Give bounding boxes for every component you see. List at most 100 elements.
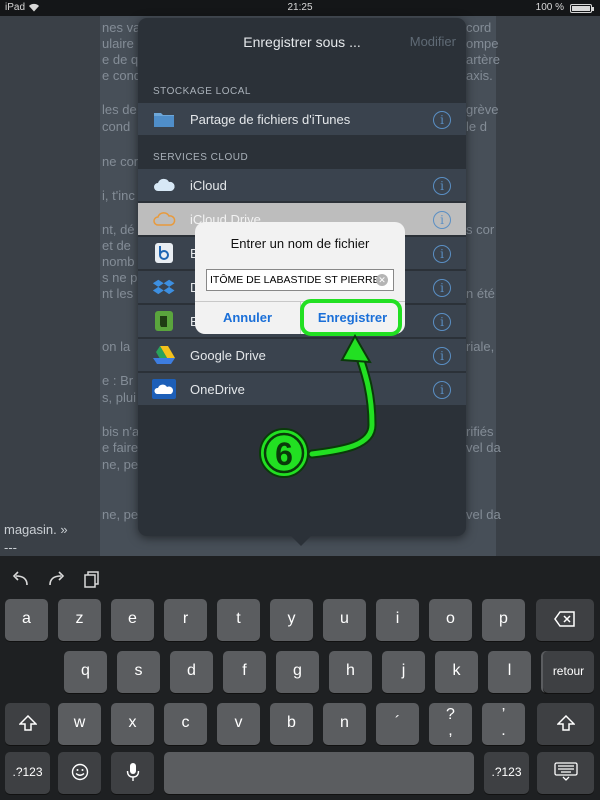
info-icon[interactable]: i <box>433 245 451 263</box>
document-line: cond <box>102 119 131 134</box>
key-w[interactable]: w <box>58 703 101 745</box>
keyboard-toolbar <box>0 556 600 596</box>
backspace-key[interactable] <box>536 599 594 641</box>
document-line-fragment: s cor <box>466 222 495 237</box>
emoji-key[interactable] <box>58 752 101 794</box>
key-b[interactable]: b <box>270 703 313 745</box>
document-line: ne, pe <box>102 507 139 522</box>
key-v[interactable]: v <box>217 703 260 745</box>
hide-keyboard-key[interactable] <box>537 752 594 794</box>
info-icon[interactable]: i <box>433 279 451 297</box>
paste-icon[interactable] <box>83 570 101 588</box>
key-u[interactable]: u <box>323 599 366 641</box>
numbers-key-left[interactable]: .?123 <box>5 752 50 794</box>
document-line-fragment: grève <box>466 102 499 117</box>
cancel-button[interactable]: Annuler <box>195 302 300 334</box>
document-line: et de <box>102 238 131 253</box>
redo-icon[interactable] <box>46 571 66 587</box>
info-icon[interactable]: i <box>433 211 451 229</box>
box-icon <box>155 243 173 263</box>
list-item-google-drive[interactable]: Google Drive i <box>138 339 466 372</box>
icloud-icon <box>154 178 175 191</box>
list-item-label: OneDrive <box>190 382 245 397</box>
info-icon[interactable]: i <box>433 177 451 195</box>
document-line: nt les <box>102 286 134 301</box>
dictation-key[interactable] <box>111 752 154 794</box>
key-t[interactable]: t <box>217 599 260 641</box>
key-o[interactable]: o <box>429 599 472 641</box>
key-q[interactable]: q <box>64 651 107 693</box>
key-secondary-char: , <box>448 722 453 739</box>
key-a[interactable]: a <box>5 599 48 641</box>
alert-title: Entrer un nom de fichier <box>230 236 370 251</box>
key-e[interactable]: e <box>111 599 154 641</box>
filename-input[interactable]: ITÔME DE LABASTIDE ST PIERRE ✕ <box>206 269 394 291</box>
section-label-cloud-services: SERVICES CLOUD <box>153 152 249 163</box>
list-item-icloud[interactable]: iCloud i <box>138 169 466 202</box>
document-line-fragment: le d <box>466 119 487 134</box>
save-button[interactable]: Enregistrer <box>300 302 405 334</box>
key-z[interactable]: z <box>58 599 101 641</box>
document-line-fragment: axis. <box>466 68 493 83</box>
key-l[interactable]: l <box>488 651 531 693</box>
shift-key-left[interactable] <box>5 703 50 745</box>
key-p[interactable]: p <box>482 599 525 641</box>
document-line: e faire <box>102 440 139 455</box>
return-key[interactable]: retour <box>543 651 594 693</box>
key-h[interactable]: h <box>329 651 372 693</box>
info-icon[interactable]: i <box>433 347 451 365</box>
document-line: bis n'a <box>102 424 140 439</box>
document-line: nes va <box>102 20 141 35</box>
filename-alert: Entrer un nom de fichier ITÔME DE LABAST… <box>195 222 405 334</box>
undo-icon[interactable] <box>11 571 31 587</box>
info-icon[interactable]: i <box>433 381 451 399</box>
list-item-onedrive[interactable]: OneDrive i <box>138 373 466 406</box>
key-f[interactable]: f <box>223 651 266 693</box>
key-’[interactable]: ’. <box>482 703 525 745</box>
key-c[interactable]: c <box>164 703 207 745</box>
icloud-drive-icon <box>153 212 176 226</box>
document-line: on la <box>102 339 131 354</box>
document-line-fragment: cord <box>466 20 492 35</box>
clear-text-icon[interactable]: ✕ <box>376 274 388 286</box>
document-line-fragment: vel da <box>466 440 501 455</box>
key-j[interactable]: j <box>382 651 425 693</box>
list-item-itunes-file-sharing[interactable]: Partage de fichiers d'iTunes i <box>138 103 466 136</box>
key-k[interactable]: k <box>435 651 478 693</box>
backspace-icon <box>554 611 575 627</box>
section-label-local-storage: STOCKAGE LOCAL <box>153 86 251 97</box>
key-secondary-char: . <box>501 722 506 739</box>
key-primary-char: ? <box>446 706 455 723</box>
key-primary-char: ’ <box>501 706 506 723</box>
key-y[interactable]: y <box>270 599 313 641</box>
key-?[interactable]: ?, <box>429 703 472 745</box>
document-line-fragment: artère <box>466 52 500 67</box>
onscreen-keyboard: azertyuiopqsdfghjklmretourwxcvbn´?,’..?1… <box>0 556 600 800</box>
document-line-fragment: vel da <box>466 507 501 522</box>
document-line: nt, dé <box>102 222 135 237</box>
dropbox-icon <box>152 279 175 295</box>
key-´[interactable]: ´ <box>376 703 419 745</box>
key-n[interactable]: n <box>323 703 366 745</box>
folder-icon <box>154 113 174 127</box>
info-icon[interactable]: i <box>433 111 451 129</box>
key-i[interactable]: i <box>376 599 419 641</box>
document-line: les de <box>102 102 137 117</box>
key-d[interactable]: d <box>170 651 213 693</box>
list-item-label: Partage de fichiers d'iTunes <box>190 112 351 127</box>
space-key[interactable] <box>164 752 474 794</box>
microphone-icon <box>126 763 139 781</box>
key-s[interactable]: s <box>117 651 160 693</box>
document-line-fragment: n été <box>466 286 495 301</box>
list-item-label: Google Drive <box>190 348 266 363</box>
modify-button[interactable]: Modifier <box>410 34 456 49</box>
battery-label: 100 % <box>535 2 564 13</box>
shift-key-right[interactable] <box>537 703 594 745</box>
document-line: ne cor <box>102 154 139 169</box>
document-line-fragment: ompe <box>466 36 499 51</box>
key-x[interactable]: x <box>111 703 154 745</box>
key-r[interactable]: r <box>164 599 207 641</box>
key-g[interactable]: g <box>276 651 319 693</box>
numbers-key-right[interactable]: .?123 <box>484 752 529 794</box>
info-icon[interactable]: i <box>433 313 451 331</box>
